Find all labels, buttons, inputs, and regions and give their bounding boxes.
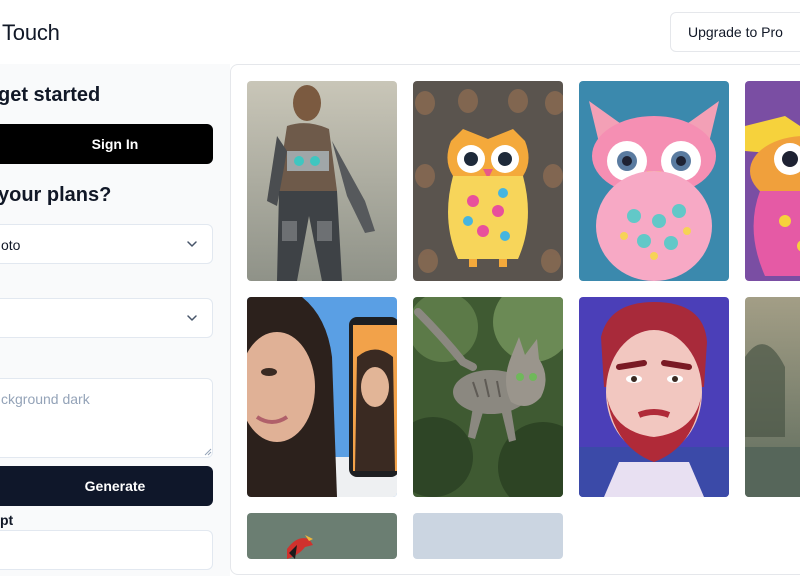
owl-icon [413, 81, 563, 281]
top-bar: Touch Upgrade to Pro [0, 0, 800, 64]
sign-in-label: Sign In [91, 136, 139, 152]
model-select[interactable] [0, 298, 213, 338]
upgrade-to-pro-button[interactable]: Upgrade to Pro [670, 12, 800, 52]
jumping-cat-image[interactable] [413, 297, 563, 497]
prompt-textarea[interactable] [0, 378, 213, 458]
owl-icon [579, 81, 729, 281]
get-started-heading: get started [0, 84, 101, 106]
robot-figure-icon [247, 81, 397, 281]
generate-button[interactable]: Generate [0, 466, 213, 506]
pink-owl-image[interactable] [579, 81, 729, 281]
armored-woman-image[interactable] [247, 81, 397, 281]
owl-icon [745, 81, 800, 281]
portrait-icon [579, 297, 729, 497]
landscape-icon [745, 297, 800, 497]
chevron-down-icon [187, 241, 197, 247]
image-gallery [230, 64, 800, 575]
placeholder-image[interactable] [413, 513, 563, 559]
negative-prompt-input[interactable] [0, 530, 213, 570]
plans-heading: your plans? [0, 184, 112, 206]
owl-pattern-image[interactable] [413, 81, 563, 281]
woman-phone-image[interactable] [247, 297, 397, 497]
resize-handle-icon[interactable] [204, 448, 212, 456]
sign-in-button[interactable]: Sign In [0, 124, 213, 164]
chevron-down-icon [187, 315, 197, 321]
portrait-icon [247, 297, 397, 497]
negative-prompt-label: pt [0, 512, 14, 528]
bearded-man-image[interactable] [579, 297, 729, 497]
bird-icon [247, 513, 397, 559]
misty-landscape-image[interactable] [745, 297, 800, 497]
generate-label: Generate [84, 478, 146, 494]
brand-title: Touch [2, 20, 60, 45]
purple-owl-image[interactable] [745, 81, 800, 281]
cat-icon [413, 297, 563, 497]
red-bird-image[interactable] [247, 513, 397, 559]
style-select-value: oto [1, 237, 21, 253]
style-select[interactable]: oto [0, 224, 213, 264]
sidebar: get started Sign In your plans? oto Gene… [0, 64, 230, 576]
